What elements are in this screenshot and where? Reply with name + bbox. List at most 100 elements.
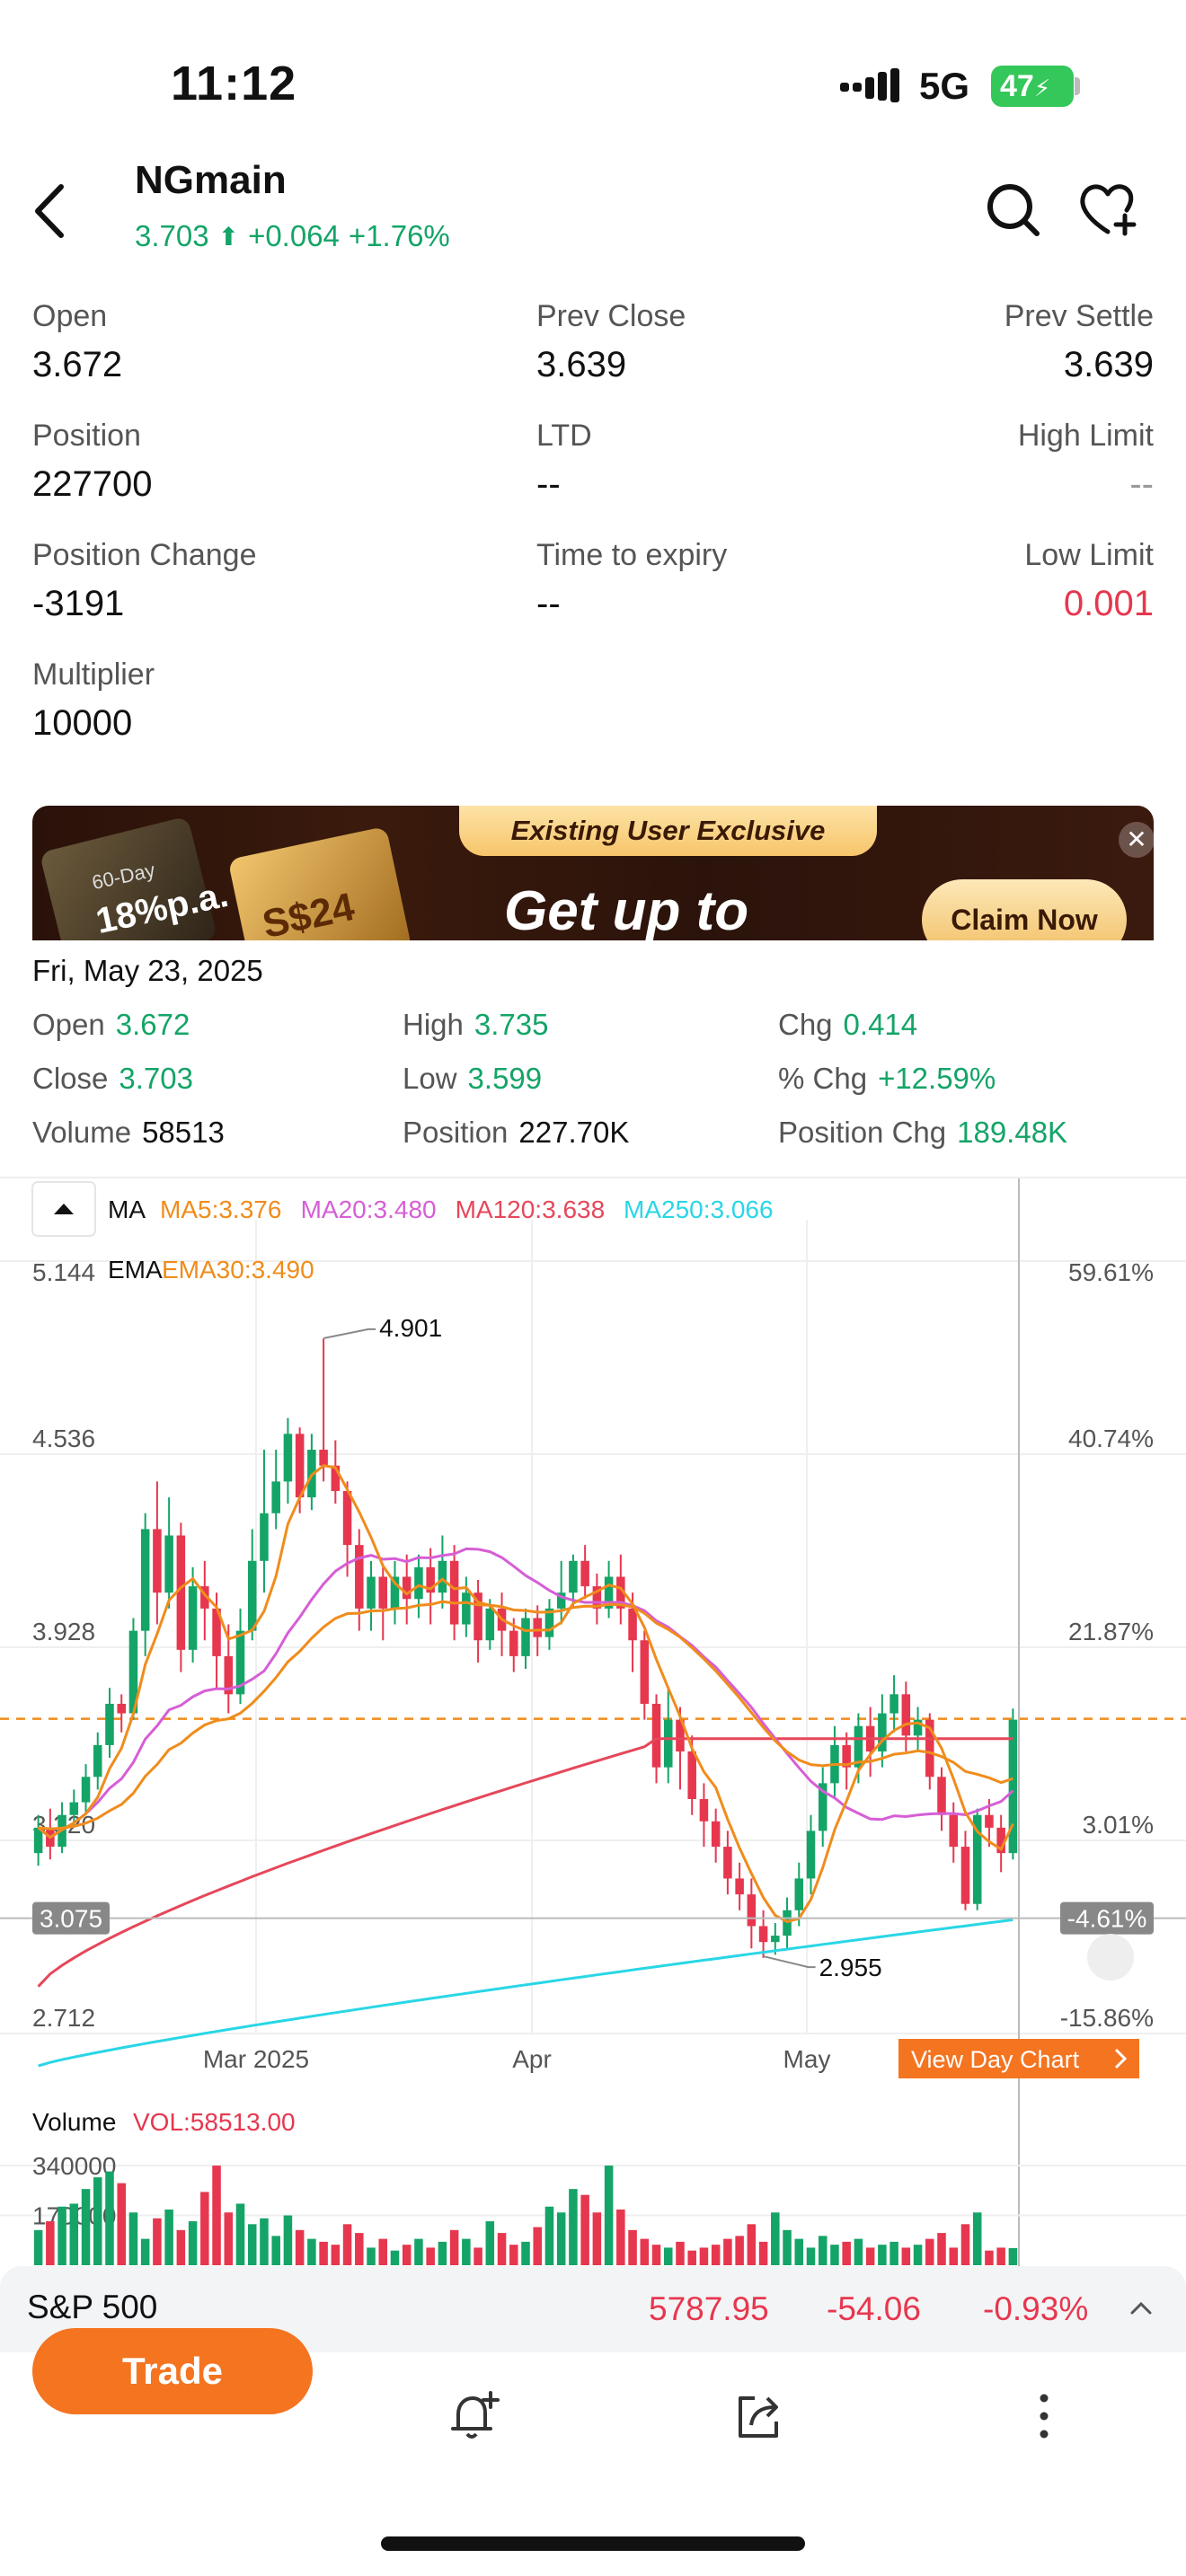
volume-bar (842, 2241, 851, 2265)
y-tick-label: 4.536 (32, 1425, 95, 1452)
x-tick-label: Mar 2025 (203, 2045, 309, 2073)
volume-bar (747, 2224, 757, 2265)
stat-value: -- (536, 584, 561, 623)
stat-label: Prev Close (536, 299, 686, 333)
more-vertical-icon[interactable] (1015, 2387, 1073, 2445)
volume-bar (556, 2212, 566, 2265)
ohlc-cell: High 3.735 (403, 1008, 548, 1042)
candle-body (378, 1576, 388, 1609)
volume-bar (521, 2241, 530, 2265)
ohlc-cell: Low 3.599 (403, 1062, 542, 1096)
volume-bar (533, 2227, 542, 2265)
claim-now-button[interactable]: Claim Now (922, 879, 1127, 940)
ohlc-value: 3.599 (467, 1062, 543, 1095)
volume-bar (925, 2238, 934, 2265)
y-tick-label: 5.144 (32, 1258, 95, 1286)
volume-bar (794, 2238, 804, 2265)
stat-value: 3.639 (536, 345, 627, 384)
chevron-up-icon[interactable] (1128, 2296, 1154, 2321)
ohlc-label: Volume (32, 1116, 132, 1149)
volume-bar (224, 2212, 234, 2265)
arrow-up-icon: ⬆ (217, 222, 240, 251)
candle-body (271, 1481, 280, 1513)
trade-button[interactable]: Trade (32, 2328, 313, 2414)
stat-label: Time to expiry (536, 538, 728, 572)
ma-label: MA (108, 1195, 146, 1223)
search-icon[interactable] (981, 178, 1044, 241)
volume-bar (438, 2241, 447, 2265)
candle-body (949, 1814, 959, 1848)
volume-bar (449, 2229, 459, 2265)
index-change-pct: -0.93% (983, 2290, 1089, 2327)
volume-bar (188, 2221, 198, 2265)
page-title: NGmain (135, 158, 287, 202)
heart-plus-icon[interactable] (1076, 178, 1139, 241)
volume-bar (711, 2245, 721, 2265)
volume-bar (485, 2221, 495, 2265)
volume-bar (462, 2238, 471, 2265)
ohlc-label: Chg (778, 1008, 833, 1041)
candle-body (521, 1618, 530, 1656)
candle-body (747, 1894, 757, 1927)
candle-body (188, 1586, 198, 1650)
candle-body (449, 1560, 459, 1625)
volume-bar (972, 2212, 982, 2265)
battery-tip (1075, 77, 1080, 95)
ohlc-label: Position Chg (778, 1116, 947, 1149)
volume-bar (93, 2177, 102, 2265)
candle-body (794, 1878, 804, 1910)
volume-bar (260, 2218, 269, 2265)
volume-bar (723, 2238, 732, 2265)
ohlc-cell: Open 3.672 (32, 1008, 190, 1042)
volume-bar (913, 2245, 923, 2265)
volume-bar (140, 2238, 150, 2265)
network-type: 5G (919, 65, 970, 107)
index-value: 5787.95 (649, 2290, 769, 2327)
ohlc-cell: % Chg +12.59% (778, 1062, 996, 1096)
zoom-reset-icon[interactable] (1087, 1934, 1134, 1981)
candle-body (758, 1926, 768, 1943)
volume-bar (628, 2229, 637, 2265)
annotation-high: 4.901 (379, 1314, 442, 1342)
volume-label: Volume (32, 2108, 116, 2136)
volume-bar (342, 2224, 352, 2265)
ohlc-value: 3.703 (119, 1062, 193, 1095)
volume-bar (890, 2241, 898, 2265)
cellular-signal-icon (840, 68, 899, 102)
volume-bar (414, 2238, 423, 2265)
share-icon[interactable] (730, 2387, 787, 2445)
candle-body (367, 1576, 376, 1609)
alert-bell-plus-icon[interactable] (446, 2387, 503, 2445)
volume-bar (569, 2189, 578, 2265)
candle-body (105, 1703, 114, 1745)
volume-bar (58, 2206, 66, 2265)
candle-body (342, 1491, 352, 1546)
volume-bar (651, 2245, 661, 2265)
home-indicator[interactable] (381, 2536, 805, 2551)
volume-bar (367, 2247, 376, 2265)
ohlc-value: 189.48K (957, 1116, 1068, 1149)
ohlc-value: 227.70K (518, 1116, 630, 1149)
stat-value: 0.001 (1063, 584, 1154, 623)
y-tick-label-right: 59.61% (1068, 1258, 1154, 1286)
price-chart[interactable]: MA MA5:3.376 MA20:3.480 MA120:3.638 MA250:3.… (0, 1178, 1186, 2274)
index-change: -54.06 (827, 2290, 921, 2327)
view-day-chart-label: View Day Chart (911, 2046, 1080, 2073)
volume-bar (105, 2171, 114, 2265)
last-price: 3.703 (135, 219, 209, 252)
volume-bar (699, 2247, 709, 2265)
candle-body (735, 1878, 744, 1895)
volume-bar (153, 2218, 162, 2265)
crosshair-left-label: 3.075 (40, 1905, 102, 1933)
ohlc-label: Close (32, 1062, 109, 1095)
candle-body (260, 1513, 269, 1561)
chevron-left-icon[interactable] (27, 180, 72, 243)
crosshair-right-label: -4.61% (1067, 1905, 1147, 1933)
candle-body (93, 1744, 102, 1778)
ohlc-value: +12.59% (878, 1062, 996, 1095)
close-icon[interactable]: ✕ (1119, 822, 1154, 858)
promo-banner[interactable]: 60-Day 18%p.a. S$24 Existing User Exclus… (32, 806, 1154, 940)
annotation-low: 2.955 (819, 1954, 882, 1981)
volume-bar (592, 2212, 602, 2265)
candle-body (901, 1694, 911, 1736)
